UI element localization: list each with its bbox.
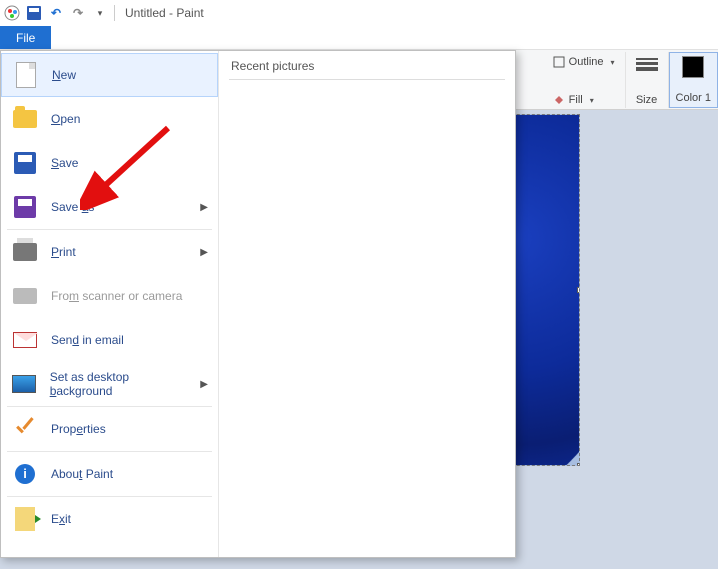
ribbon-tab-row: File [0,26,718,50]
size-icon [636,56,658,73]
fill-icon [553,94,565,106]
resize-handle-corner[interactable] [577,463,580,466]
qat-save-icon[interactable] [26,5,42,21]
window-title: Untitled - Paint [125,6,204,20]
menu-set-desktop-label: Set as desktop background [50,370,189,398]
app-icon [4,5,20,21]
menu-exit[interactable]: Exit [1,497,218,541]
outline-icon [553,56,565,68]
menu-save-as[interactable]: Save as ▶ [1,185,218,229]
menu-save[interactable]: Save [1,141,218,185]
save-icon [11,149,39,177]
title-bar: ↶ ↷ ▾ Untitled - Paint [0,0,718,26]
file-menu: New Open Save Save as ▶ Print ▶ From sca… [0,50,516,558]
submenu-arrow-icon: ▶ [200,202,208,213]
file-menu-list: New Open Save Save as ▶ Print ▶ From sca… [1,51,219,557]
save-as-icon [11,193,39,221]
qat-redo-icon[interactable]: ↷ [70,5,86,21]
ribbon-shape-style-group: Outline Fill [543,52,626,108]
menu-from-scanner: From scanner or camera [1,274,218,318]
qat-undo-icon[interactable]: ↶ [48,5,64,21]
ribbon-size-group[interactable]: Size [626,52,669,108]
menu-open-label: Open [51,112,80,126]
menu-save-label: Save [51,156,78,170]
menu-new-label: New [52,68,76,82]
size-label: Size [636,94,657,106]
file-menu-recent-panel: Recent pictures [219,51,515,557]
color1-label: Color 1 [676,92,711,104]
menu-set-desktop-background[interactable]: Set as desktop background ▶ [1,362,218,406]
fill-dropdown[interactable]: Fill [553,94,594,106]
ribbon-color1-group[interactable]: Color 1 [669,52,718,108]
outline-dropdown[interactable]: Outline [553,56,615,68]
menu-about[interactable]: i About Paint [1,452,218,496]
menu-send-email[interactable]: Send in email [1,318,218,362]
menu-print-label: Print [51,245,76,259]
resize-handle-right[interactable] [577,287,580,293]
menu-open[interactable]: Open [1,97,218,141]
qat-customize-dropdown[interactable]: ▾ [92,5,108,21]
recent-pictures-header: Recent pictures [229,57,505,80]
menu-from-scanner-label: From scanner or camera [51,289,182,303]
scanner-icon [11,282,39,310]
info-icon: i [11,460,39,488]
email-icon [11,326,39,354]
desktop-icon [11,370,38,398]
open-icon [11,105,39,133]
new-icon [12,61,40,89]
properties-icon [11,415,39,443]
quick-access-toolbar: ↶ ↷ ▾ [4,5,108,21]
submenu-arrow-icon: ▶ [200,247,208,258]
titlebar-separator [114,5,115,21]
menu-save-as-label: Save as [51,200,94,214]
submenu-arrow-icon: ▶ [200,379,208,390]
menu-exit-label: Exit [51,512,71,526]
menu-about-label: About Paint [51,467,113,481]
menu-properties[interactable]: Properties [1,407,218,451]
exit-icon [11,505,39,533]
menu-print[interactable]: Print ▶ [1,230,218,274]
color1-swatch [682,56,704,78]
menu-new[interactable]: New [1,53,218,97]
print-icon [11,238,39,266]
menu-send-email-label: Send in email [51,333,124,347]
menu-properties-label: Properties [51,422,106,436]
file-tab[interactable]: File [0,26,51,49]
